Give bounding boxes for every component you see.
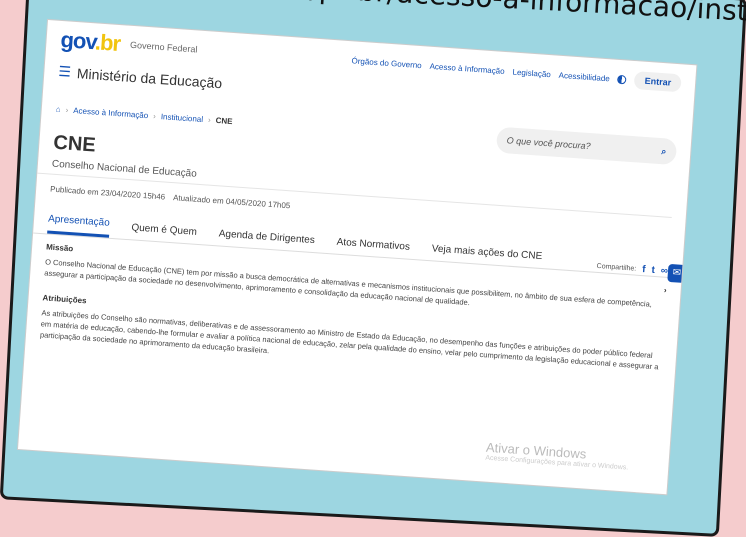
entrar-button[interactable]: Entrar — [634, 71, 682, 93]
govbr-logo[interactable]: gov.br — [60, 27, 121, 57]
menu-icon[interactable]: ☰ — [58, 63, 72, 81]
chevron-right-icon[interactable]: › — [664, 286, 667, 295]
twitter-icon[interactable]: t — [651, 265, 655, 276]
share-label: Compartilhe: — [596, 262, 637, 273]
gov-label: Governo Federal — [129, 39, 198, 55]
home-icon[interactable]: ⌂ — [56, 104, 61, 113]
crumb-institucional[interactable]: Institucional — [161, 112, 204, 124]
windows-watermark: Ativar o Windows Acesse Configurações pa… — [485, 439, 629, 472]
link-legislacao[interactable]: Legislação — [512, 67, 551, 79]
updated-date: Atualizado em 04/05/2020 17h05 — [172, 193, 291, 211]
ministry-title[interactable]: Ministério da Educação — [76, 65, 222, 91]
facebook-icon[interactable]: f — [642, 264, 646, 275]
crumb-acesso[interactable]: Acesso à Informação — [73, 105, 149, 119]
search-input[interactable]: O que você procura? ⌕ — [495, 126, 678, 166]
browser-screen: gov.br Governo Federal Órgãos do Governo… — [18, 20, 697, 495]
contrast-icon[interactable] — [617, 74, 628, 85]
search-icon[interactable]: ⌕ — [661, 146, 667, 157]
tab-apresentacao[interactable]: Apresentação — [47, 213, 111, 238]
link-orgaos[interactable]: Órgãos do Governo — [351, 56, 422, 70]
link-acesso[interactable]: Acesso à Informação — [429, 61, 505, 75]
link-acessibilidade[interactable]: Acessibilidade — [558, 70, 610, 83]
published-date: Publicado em 23/04/2020 15h46 — [49, 184, 166, 202]
crumb-cne: CNE — [215, 115, 233, 126]
search-placeholder: O que você procura? — [506, 135, 591, 152]
